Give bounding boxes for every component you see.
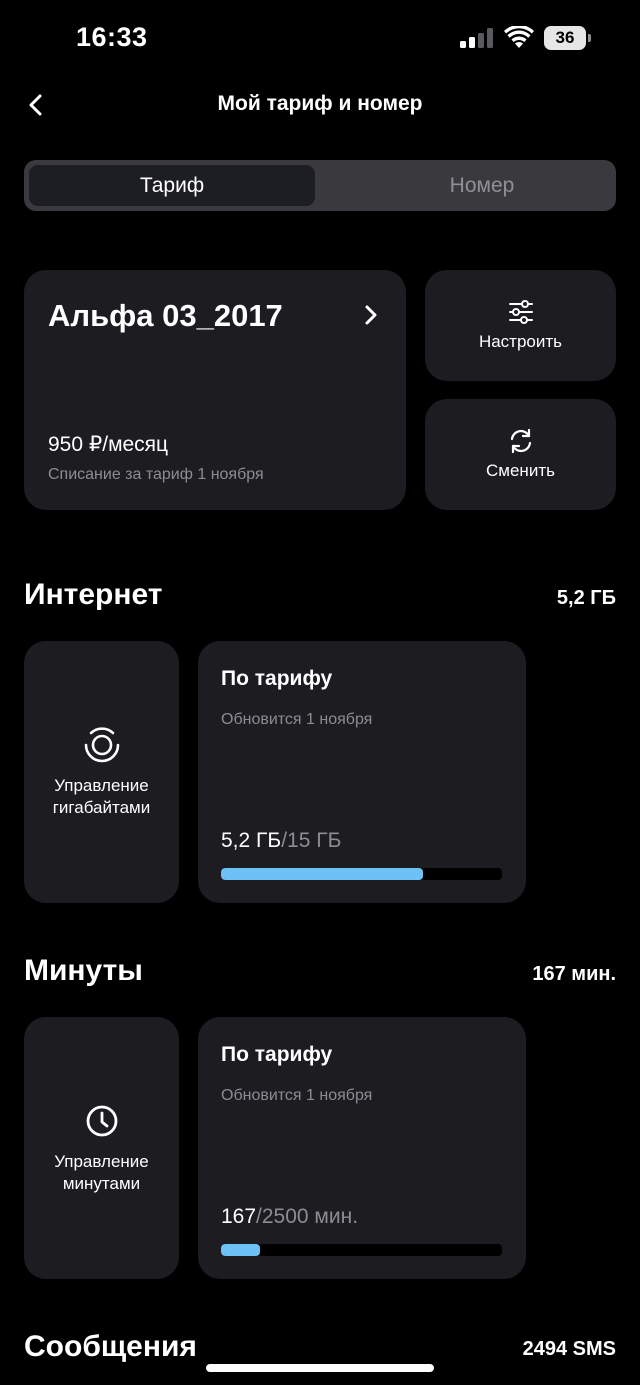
sliders-icon: [509, 300, 533, 324]
data-rings-icon: [84, 727, 120, 763]
internet-used: 5,2 ГБ: [221, 829, 282, 852]
minutes-plan-title: По тарифу: [221, 1043, 333, 1066]
internet-usage: 5,2 ГБ/15 ГБ: [221, 829, 341, 853]
manage-minutes-button[interactable]: Управление минутами: [24, 1017, 179, 1279]
internet-section-title: Интернет: [24, 578, 163, 611]
status-bar: 16:33 36: [0, 0, 640, 80]
refresh-icon: [510, 428, 532, 454]
wifi-icon: [504, 26, 534, 48]
minutes-used: 167: [221, 1205, 257, 1228]
tariff-charge-note: Списание за тариф 1 ноября: [48, 466, 264, 483]
internet-limit: /15 ГБ: [281, 829, 342, 852]
internet-progress-bar: [221, 868, 502, 880]
chevron-right-icon: [365, 305, 377, 325]
home-indicator[interactable]: [206, 1364, 434, 1372]
internet-plan-title: По тарифу: [221, 667, 333, 690]
tariff-card[interactable]: Альфа 03_2017 950 ₽/месяц Списание за та…: [24, 270, 406, 510]
manage-minutes-label: Управление минутами: [54, 1152, 149, 1193]
change-tariff-button[interactable]: Сменить: [425, 399, 616, 510]
messages-total: 2494 SMS: [522, 1338, 616, 1360]
status-time: 16:33: [76, 22, 148, 52]
manage-gigabytes-button[interactable]: Управление гигабайтами: [24, 641, 179, 903]
minutes-renewal-note: Обновится 1 ноября: [221, 1087, 373, 1104]
minutes-total: 167 мин.: [532, 963, 616, 985]
battery-level: 36: [544, 26, 586, 50]
internet-total: 5,2 ГБ: [556, 587, 616, 609]
tariff-price: 950 ₽/месяц: [48, 433, 169, 456]
tab-switcher: Тариф Номер: [24, 160, 616, 211]
cellular-signal-icon: [460, 28, 493, 48]
internet-renewal-note: Обновится 1 ноября: [221, 711, 373, 728]
messages-section-title: Сообщения: [24, 1330, 197, 1363]
nav-bar: Мой тариф и номер: [0, 80, 640, 130]
manage-gigabytes-label: Управление гигабайтами: [52, 776, 151, 817]
clock-icon: [86, 1105, 118, 1137]
page-title: Мой тариф и номер: [217, 92, 423, 115]
internet-plan-card[interactable]: По тарифу Обновится 1 ноября 5,2 ГБ/15 Г…: [198, 641, 526, 903]
minutes-usage: 167/2500 мин.: [221, 1205, 358, 1229]
tab-tariff[interactable]: Тариф: [29, 165, 315, 206]
minutes-section-title: Минуты: [24, 954, 143, 987]
change-label: Сменить: [486, 461, 555, 480]
tariff-name: Альфа 03_2017: [48, 298, 283, 333]
minutes-plan-card[interactable]: По тарифу Обновится 1 ноября 167/2500 ми…: [198, 1017, 526, 1279]
battery-icon: 36: [544, 26, 592, 50]
configure-button[interactable]: Настроить: [425, 270, 616, 381]
minutes-progress-bar: [221, 1244, 502, 1256]
minutes-progress-fill: [221, 1244, 261, 1256]
internet-progress-fill: [221, 868, 424, 880]
tab-number[interactable]: Номер: [339, 165, 625, 206]
configure-label: Настроить: [478, 332, 563, 351]
minutes-limit: /2500 мин.: [256, 1205, 359, 1228]
